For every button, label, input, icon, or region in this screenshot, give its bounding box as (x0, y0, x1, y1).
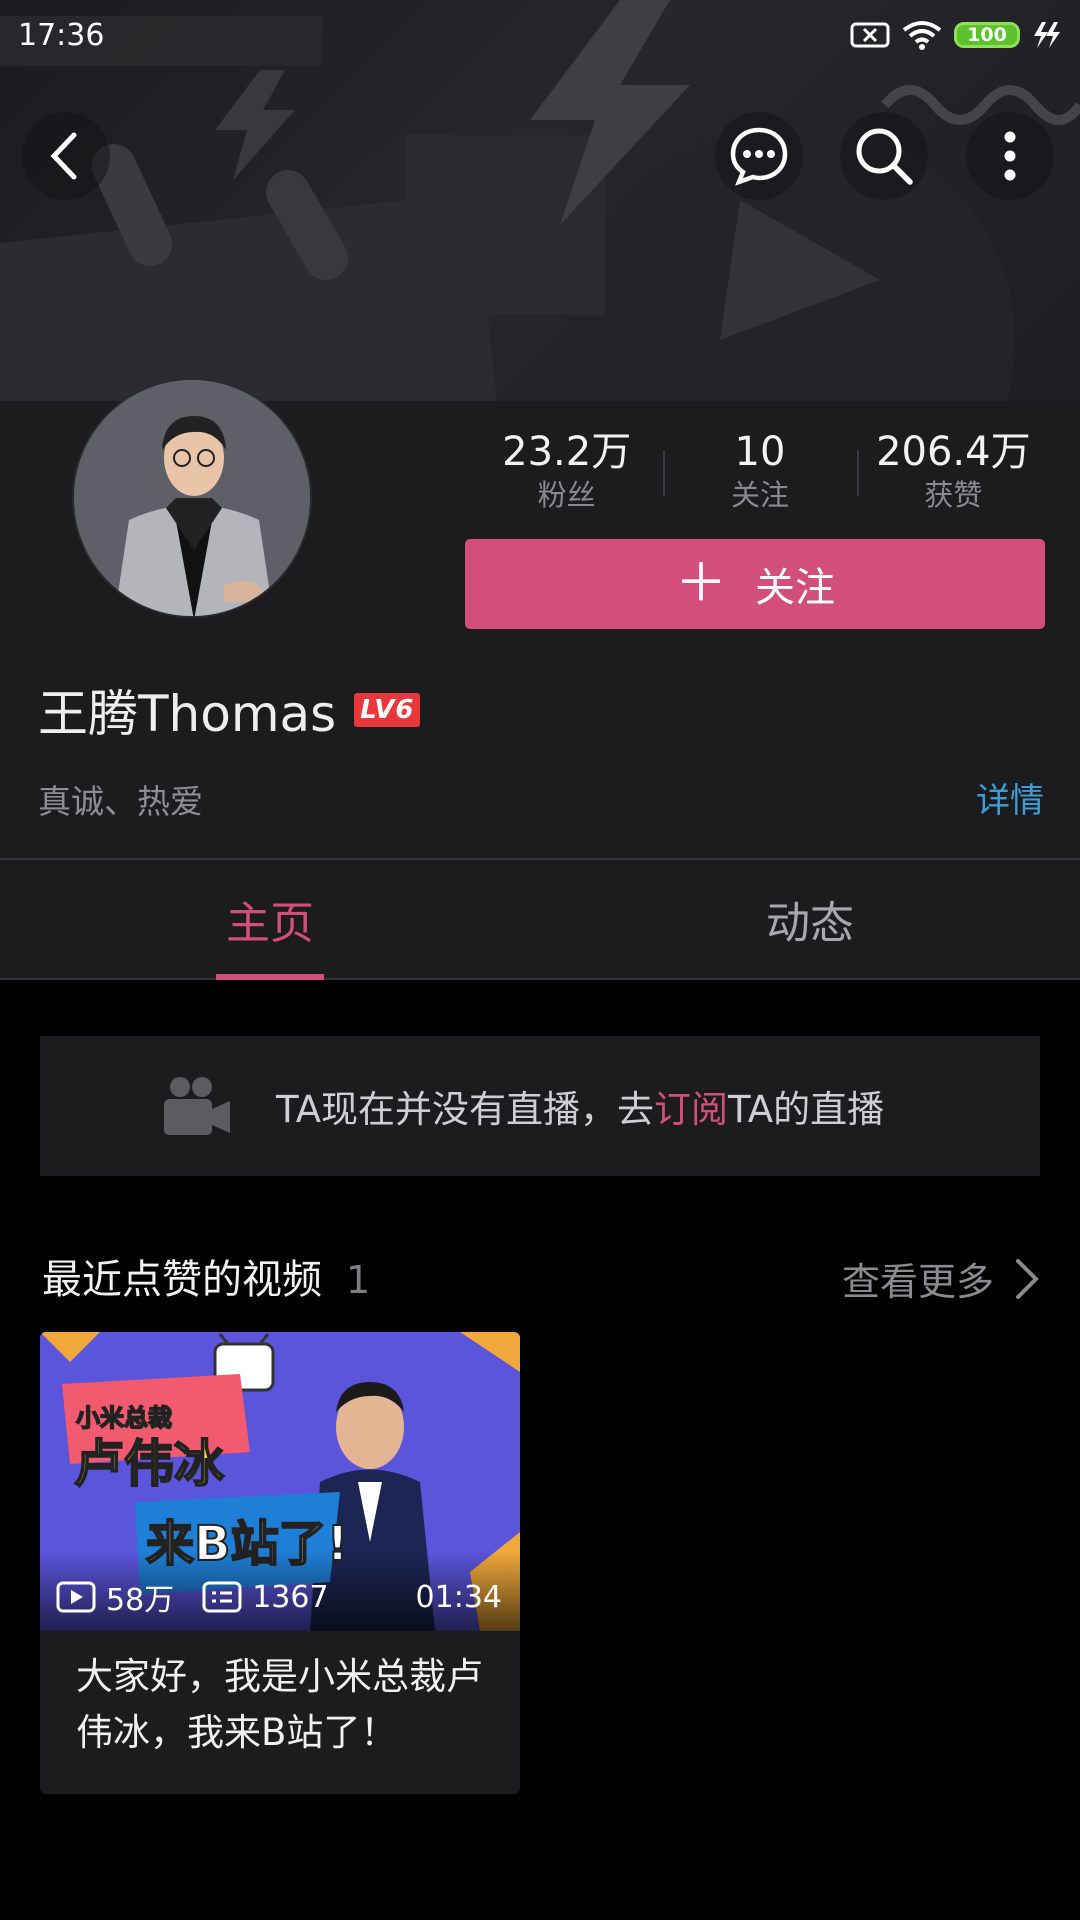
view-more-label: 查看更多 (841, 1260, 994, 1304)
stat-label: 获赞 (924, 478, 983, 512)
stat-following[interactable]: 10 关注 (663, 428, 856, 518)
level-badge: LV6 (354, 693, 421, 727)
search-icon (856, 128, 913, 185)
back-button[interactable] (22, 112, 110, 200)
profile-tabs: 主页 动态 (0, 858, 1080, 980)
follow-label: 关注 (755, 565, 835, 611)
chat-bubble-icon (730, 127, 788, 186)
danmaku-count: 1367 (202, 1579, 329, 1615)
plus-icon: ＋ (674, 554, 727, 614)
stat-value: 23.2万 (502, 429, 632, 475)
tab-dynamics[interactable]: 动态 (540, 860, 1080, 978)
charging-icon (1034, 22, 1060, 48)
chevron-left-icon (50, 132, 77, 180)
user-bio: 真诚、热爱 (38, 782, 203, 821)
section-count: 1 (346, 1258, 371, 1302)
view-more-button[interactable]: 查看更多 (842, 1251, 1040, 1306)
stat-likes[interactable]: 206.4万 获赞 (856, 428, 1050, 518)
message-button[interactable] (715, 112, 803, 200)
avatar[interactable] (72, 378, 312, 618)
follow-button[interactable]: ＋ 关注 (465, 539, 1045, 629)
section-header: 最近点赞的视频 1 (42, 1247, 370, 1305)
live-banner-text: TA现在并没有直播，去订阅TA的直播 (276, 1079, 884, 1133)
sim-error-icon (850, 22, 890, 48)
stat-label: 关注 (730, 478, 789, 512)
subscribe-live-link[interactable]: 订阅 (654, 1088, 728, 1131)
live-subscribe-banner[interactable]: TA现在并没有直播，去订阅TA的直播 (40, 1036, 1040, 1176)
stat-value: 206.4万 (876, 429, 1031, 475)
live-camera-icon (164, 1077, 230, 1135)
danmaku-icon (202, 1581, 242, 1613)
video-card[interactable]: 小米总裁 卢伟冰 来B站了! 58万 1367 01:34 大家好，我是小米总裁… (40, 1332, 520, 1794)
stat-fans[interactable]: 23.2万 粉丝 (470, 428, 663, 518)
more-vertical-icon (1004, 131, 1016, 181)
battery-icon: 100 (954, 22, 1020, 48)
video-title: 大家好，我是小米总裁卢伟冰，我来B站了！ (76, 1655, 483, 1754)
chevron-right-icon (1016, 1258, 1039, 1299)
lightning-decoration-icon (215, 70, 295, 180)
thumb-text-middle: 卢伟冰 (73, 1434, 225, 1494)
search-button[interactable] (840, 112, 928, 200)
section-title: 最近点赞的视频 (42, 1257, 322, 1303)
stat-label: 粉丝 (537, 478, 596, 512)
user-name: 王腾Thomas (38, 685, 337, 743)
banner-decoration (0, 193, 503, 401)
danmaku-count-value: 1367 (252, 1579, 329, 1615)
view-count: 58万 (56, 1575, 174, 1619)
status-time: 17:36 (18, 17, 105, 53)
stat-value: 10 (734, 429, 786, 475)
profile-stats: 23.2万 粉丝 10 关注 206.4万 获赞 (470, 428, 1050, 518)
view-count-value: 58万 (106, 1583, 175, 1618)
play-decoration-icon (720, 200, 880, 340)
detail-link[interactable]: 详情 (976, 773, 1044, 822)
wifi-icon (902, 21, 942, 50)
video-duration: 01:34 (415, 1579, 502, 1615)
user-name-row: 王腾Thomas LV6 (38, 674, 421, 746)
video-thumbnail: 小米总裁 卢伟冰 来B站了! 58万 1367 01:34 (40, 1332, 520, 1631)
live-text-after: TA的直播 (728, 1088, 885, 1131)
status-bar: 17:36 100 (0, 0, 1080, 70)
more-options-button[interactable] (966, 112, 1054, 200)
live-text-before: TA现在并没有直播，去 (276, 1088, 655, 1131)
tab-home[interactable]: 主页 (0, 860, 540, 978)
play-count-icon (56, 1581, 96, 1613)
avatar-portrait (74, 380, 310, 616)
video-meta: 58万 1367 01:34 (56, 1575, 502, 1619)
